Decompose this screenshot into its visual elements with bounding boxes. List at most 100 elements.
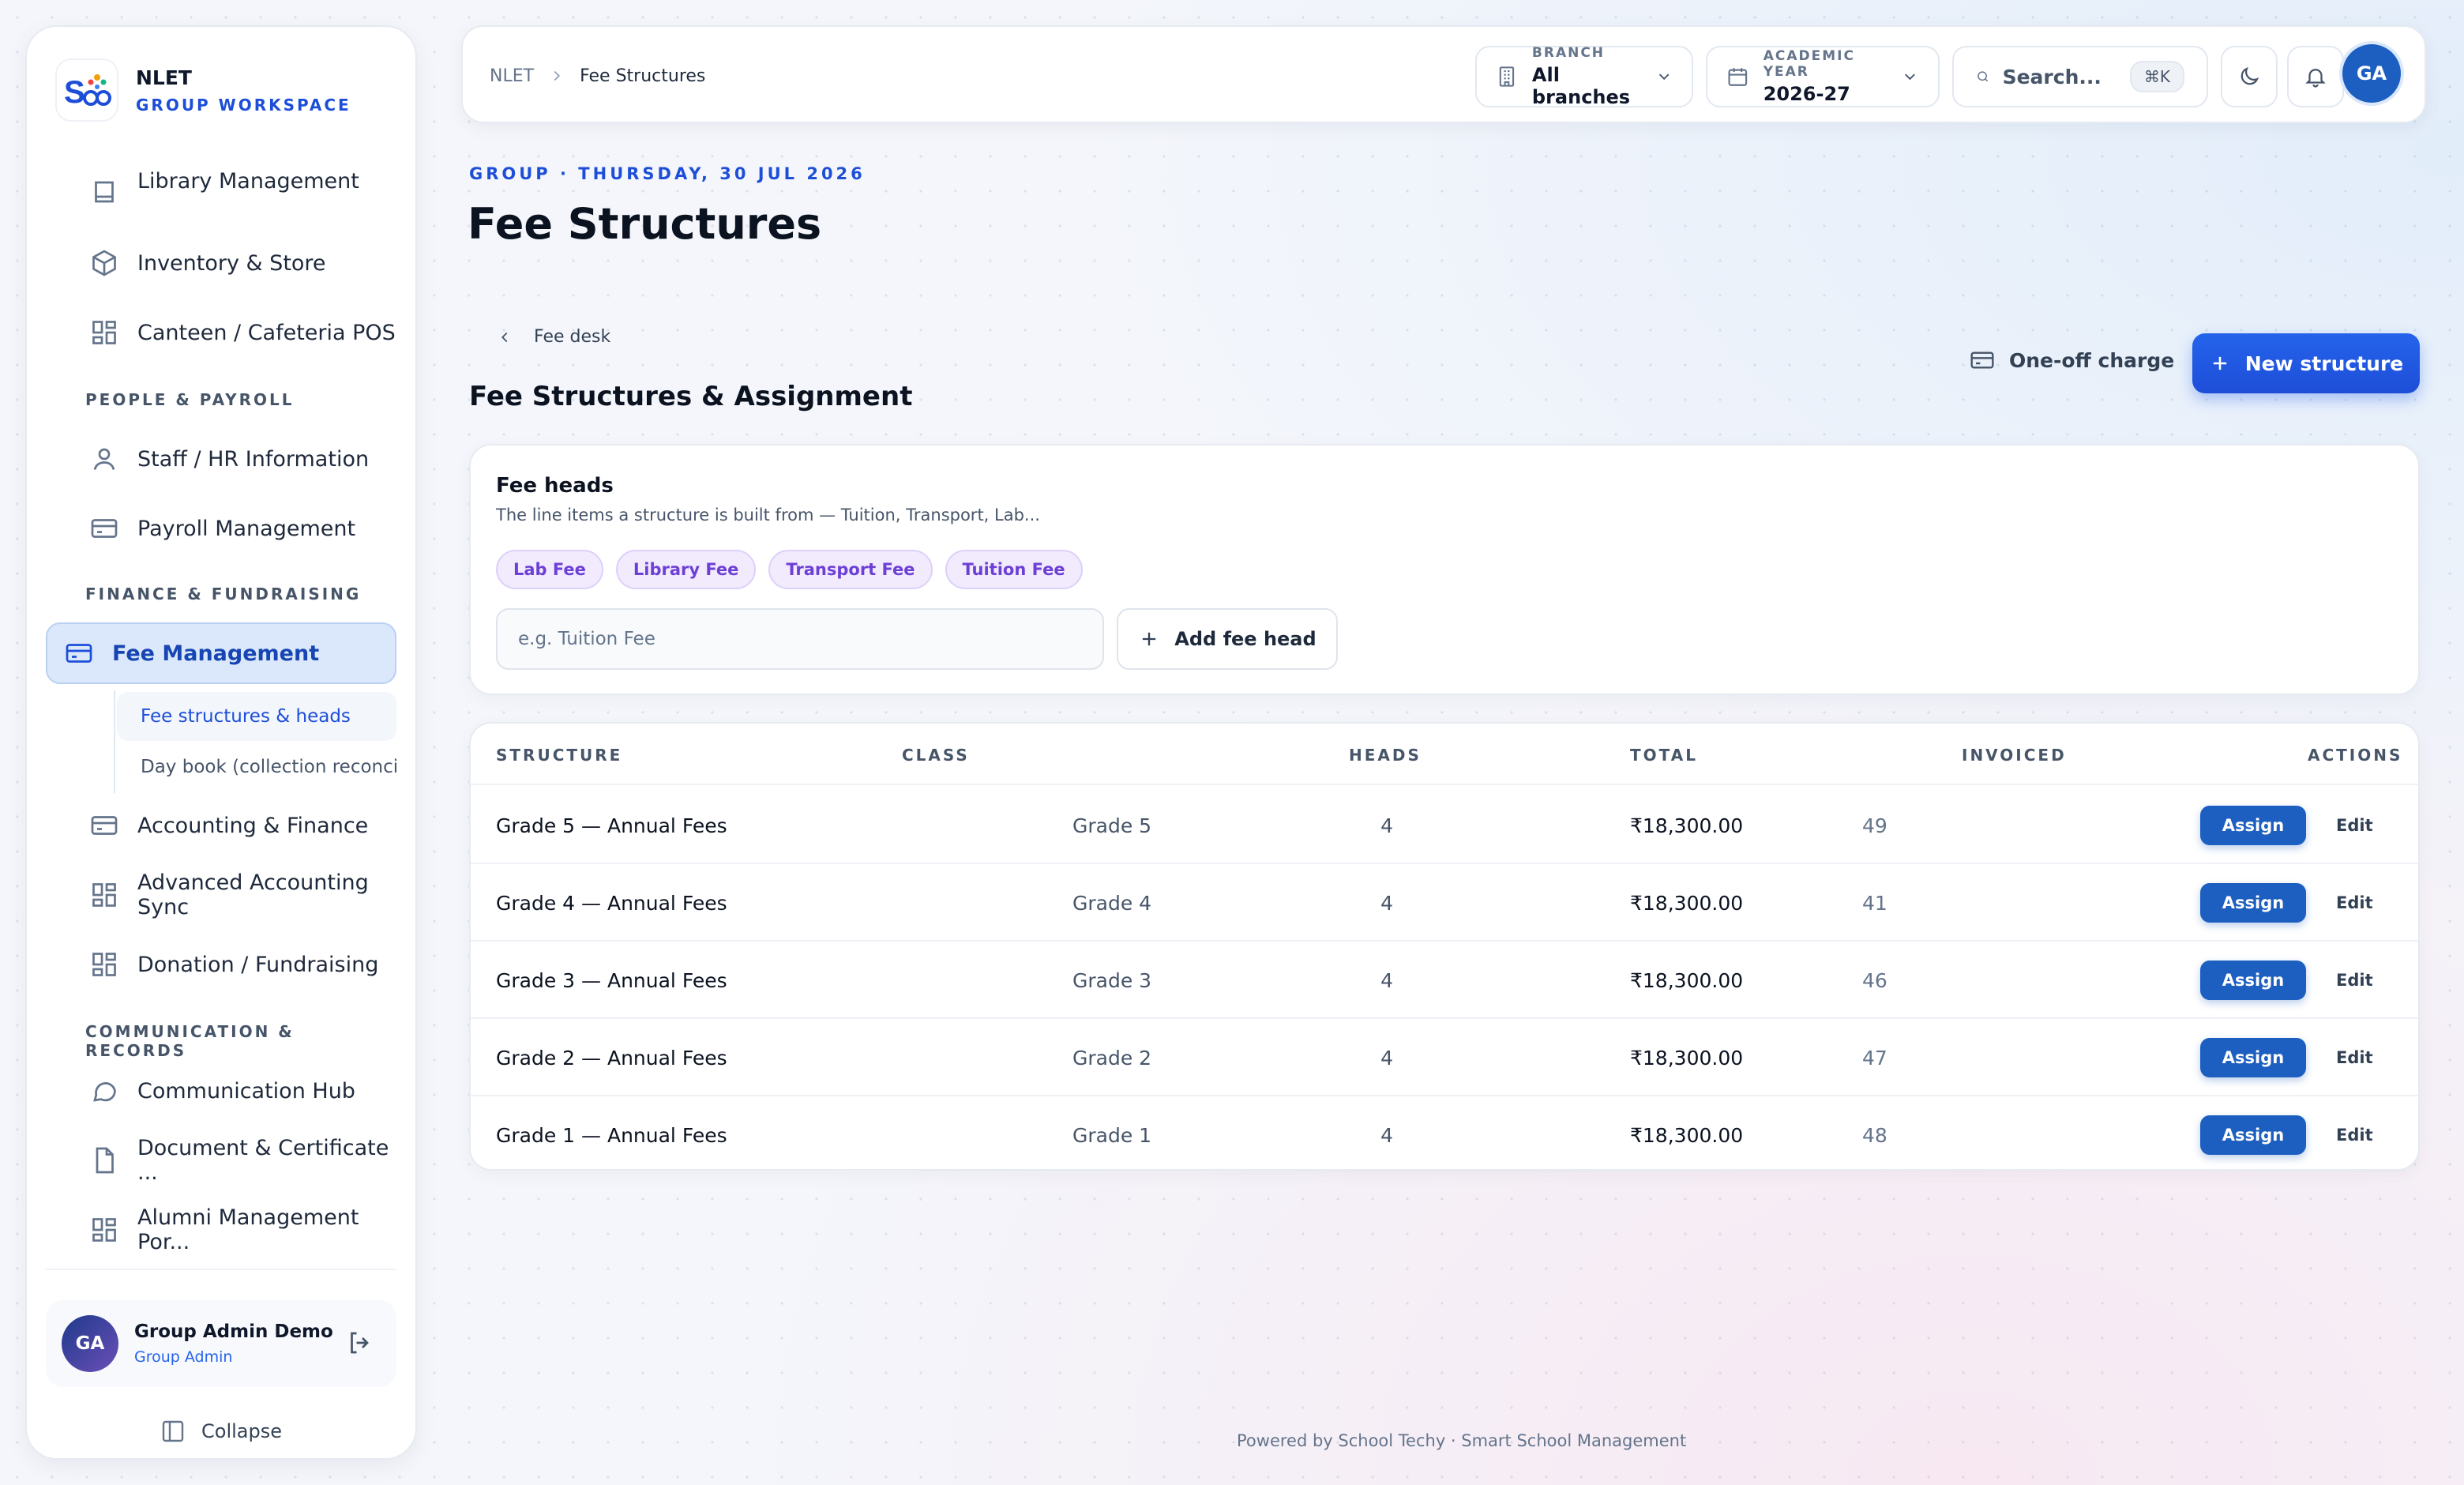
edit-button[interactable]: Edit: [2336, 1115, 2373, 1155]
user-profile[interactable]: GA Group Admin Demo Group Admin: [46, 1300, 396, 1387]
grid-icon: [92, 953, 116, 976]
search-icon: [1978, 71, 1989, 82]
edit-button[interactable]: Edit: [2336, 1038, 2373, 1077]
sidebar-item-label: Communication Hub: [137, 1078, 355, 1103]
svg-text:S: S: [64, 75, 85, 110]
academic-year-select[interactable]: ACADEMIC YEAR 2026-27: [1706, 46, 1940, 107]
fee-head-chip[interactable]: Transport Fee: [768, 550, 933, 589]
sidebar-subitem-day-book[interactable]: Day book (collection reconcili...: [117, 742, 396, 791]
bell-icon: [2305, 69, 2326, 88]
assign-button[interactable]: Assign: [2200, 883, 2306, 923]
user-icon: [93, 448, 115, 470]
fee-heads-card: Fee heads The line items a structure is …: [469, 444, 2420, 695]
sidebar-subitem-fee-structures[interactable]: Fee structures & heads: [117, 692, 396, 741]
cell-invoiced: 46: [1862, 968, 1887, 992]
sidebar-item-library[interactable]: Library Management: [46, 161, 396, 223]
logout-icon[interactable]: [346, 1329, 374, 1357]
book-icon: [95, 181, 114, 203]
sidebar-divider: [46, 1269, 396, 1270]
notifications-button[interactable]: [2287, 46, 2344, 107]
cell-class: Grade 1: [1072, 1123, 1152, 1147]
edit-button[interactable]: Edit: [2336, 806, 2373, 845]
fee-head-chip[interactable]: Library Fee: [615, 550, 757, 589]
sidebar-item-label: Donation / Fundraising: [137, 952, 379, 977]
sidebar-item-accounting-sync[interactable]: Advanced Accounting Sync: [46, 864, 396, 926]
plus-icon: [2213, 356, 2226, 370]
cell-class: Grade 3: [1072, 968, 1152, 992]
package-icon: [92, 250, 116, 276]
search-box[interactable]: Search... ⌘K: [1952, 46, 2208, 107]
cell-invoiced: 49: [1862, 814, 1887, 837]
sidebar-item-staff-hr[interactable]: Staff / HR Information: [46, 428, 396, 490]
sidebar-item-donation[interactable]: Donation / Fundraising: [46, 934, 396, 995]
one-off-charge-button[interactable]: One-off charge: [1970, 348, 2174, 373]
branch-select[interactable]: BRANCH All branches: [1475, 45, 1693, 108]
cell-heads: 4: [1380, 968, 1393, 992]
assign-button[interactable]: Assign: [2200, 806, 2306, 845]
sidebar-item-accounting[interactable]: Accounting & Finance: [46, 795, 396, 856]
sidebar-item-inventory[interactable]: Inventory & Store: [46, 232, 396, 294]
cell-invoiced: 48: [1862, 1123, 1887, 1147]
sidebar-toggle-icon: [162, 1420, 184, 1442]
cell-heads: 4: [1380, 891, 1393, 915]
fee-head-chips: Lab Fee Library Fee Transport Fee Tuitio…: [496, 550, 1095, 589]
sidebar-item-label: Document & Certificate ...: [137, 1136, 389, 1185]
user-avatar-button[interactable]: GA: [2342, 44, 2401, 103]
cell-class: Grade 4: [1072, 891, 1152, 915]
sidebar-item-alumni[interactable]: Alumni Management Por...: [46, 1199, 396, 1261]
sidebar-item-documents[interactable]: Document & Certificate ...: [46, 1130, 396, 1191]
sidebar-item-label: Inventory & Store: [137, 250, 326, 276]
back-to-fee-desk-link[interactable]: Fee desk: [496, 327, 610, 347]
sidebar-item-label: Canteen / Cafeteria POS: [137, 320, 396, 345]
academic-year-label: ACADEMIC YEAR: [1763, 48, 1855, 80]
fee-heads-description: The line items a structure is built from…: [496, 506, 1040, 524]
fee-head-chip[interactable]: Tuition Fee: [945, 550, 1083, 589]
academic-year-value: 2026-27: [1763, 83, 1850, 105]
sidebar-item-communication-hub[interactable]: Communication Hub: [46, 1060, 396, 1122]
edit-button[interactable]: Edit: [2336, 883, 2373, 923]
fee-heads-title: Fee heads: [496, 474, 614, 498]
column-header-invoiced: INVOICED: [1962, 746, 2067, 765]
brand[interactable]: S NLET GROUP WORKSPACE: [55, 58, 351, 122]
cell-total: ₹18,300.00: [1630, 968, 1744, 992]
edit-button[interactable]: Edit: [2336, 961, 2373, 1000]
cell-total: ₹18,300.00: [1630, 814, 1744, 837]
assign-button[interactable]: Assign: [2200, 1038, 2306, 1077]
collapse-label: Collapse: [201, 1420, 282, 1442]
fee-structures-table: STRUCTURE CLASS HEADS TOTAL INVOICED ACT…: [469, 722, 2420, 1171]
cell-heads: 4: [1380, 1123, 1393, 1147]
card-icon: [1970, 352, 1994, 369]
breadcrumb-root[interactable]: NLET: [490, 66, 534, 86]
table-row: Grade 4 — Annual Fees Grade 4 4 ₹18,300.…: [471, 864, 2418, 942]
cell-class: Grade 2: [1072, 1046, 1152, 1070]
card-icon: [91, 519, 118, 538]
cell-structure: Grade 4 — Annual Fees: [496, 891, 727, 915]
new-structure-button[interactable]: New structure: [2192, 333, 2420, 393]
cell-invoiced: 41: [1862, 891, 1887, 915]
cell-total: ₹18,300.00: [1630, 1046, 1744, 1070]
add-fee-head-button[interactable]: Add fee head: [1117, 608, 1338, 670]
sidebar-item-canteen[interactable]: Canteen / Cafeteria POS: [46, 302, 396, 363]
theme-toggle-button[interactable]: [2221, 46, 2278, 107]
column-header-heads: HEADS: [1349, 746, 1422, 765]
section-title: Fee Structures & Assignment: [469, 381, 913, 412]
sidebar-item-payroll[interactable]: Payroll Management: [46, 498, 396, 559]
back-link-label: Fee desk: [534, 327, 611, 347]
cell-class: Grade 5: [1072, 814, 1152, 837]
collapse-button[interactable]: Collapse: [27, 1419, 415, 1444]
table-row: Grade 5 — Annual Fees Grade 5 4 ₹18,300.…: [471, 787, 2418, 864]
cell-structure: Grade 1 — Annual Fees: [496, 1123, 727, 1147]
column-header-class: CLASS: [902, 746, 970, 765]
fee-head-input[interactable]: [496, 608, 1104, 670]
sidebar-item-label: Library Management: [137, 168, 359, 194]
page-eyebrow: GROUP · THURSDAY, 30 JUL 2026: [469, 164, 866, 183]
sidebar-item-label: Advanced Accounting Sync: [137, 870, 369, 919]
fee-head-chip[interactable]: Lab Fee: [496, 550, 603, 589]
section-finance-fundraising: FINANCE & FUNDRAISING: [85, 585, 362, 603]
assign-button[interactable]: Assign: [2200, 961, 2306, 1000]
column-header-structure: STRUCTURE: [496, 746, 623, 765]
chat-icon: [93, 1082, 116, 1102]
sidebar-item-fee-management[interactable]: Fee Management: [46, 622, 396, 684]
assign-button[interactable]: Assign: [2200, 1115, 2306, 1155]
cell-structure: Grade 2 — Annual Fees: [496, 1046, 727, 1070]
